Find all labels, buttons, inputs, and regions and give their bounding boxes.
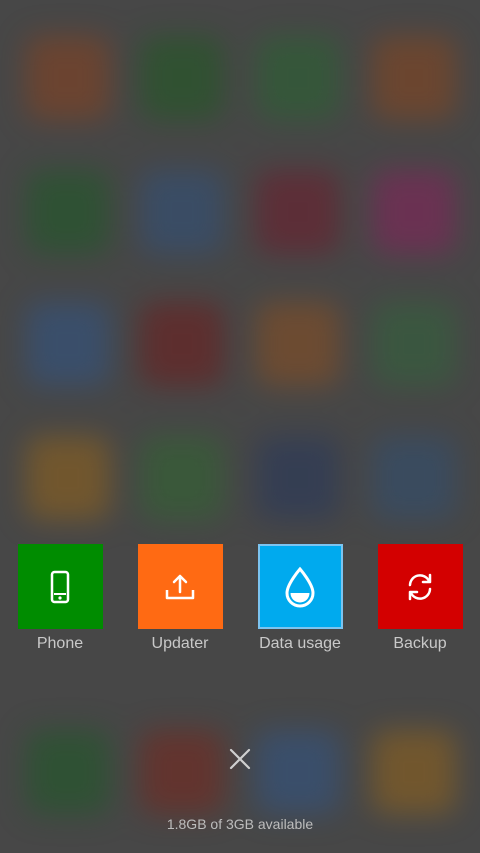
data-usage-label: Data usage: [259, 635, 341, 652]
recent-app-updater[interactable]: Updater: [120, 544, 240, 653]
upload-icon: [165, 574, 195, 599]
updater-tile[interactable]: [137, 544, 223, 629]
memory-status-text: 1.8GB of 3GB available: [166, 816, 314, 832]
recent-app-phone[interactable]: Phone: [0, 544, 120, 653]
phone-label: Phone: [36, 635, 84, 652]
sync-icon: [408, 573, 432, 600]
data-usage-tile[interactable]: [257, 544, 343, 629]
recent-apps-row: Phone Updater Data usage Backup: [0, 544, 480, 664]
close-icon: [229, 748, 251, 770]
phone-icon: [50, 570, 70, 603]
backup-tile[interactable]: [377, 544, 463, 629]
dim-overlay: [0, 0, 480, 853]
phone-tile[interactable]: [17, 544, 103, 629]
updater-label: Updater: [151, 635, 209, 652]
recent-app-data-usage[interactable]: Data usage: [240, 544, 360, 653]
backup-label: Backup: [393, 635, 447, 652]
recent-apps-screen: Phone Updater Data usage Backup 1.8GB of…: [0, 0, 480, 853]
clear-all-button[interactable]: [224, 743, 256, 775]
recent-app-backup[interactable]: Backup: [360, 544, 480, 653]
water-drop-icon: [285, 566, 315, 607]
